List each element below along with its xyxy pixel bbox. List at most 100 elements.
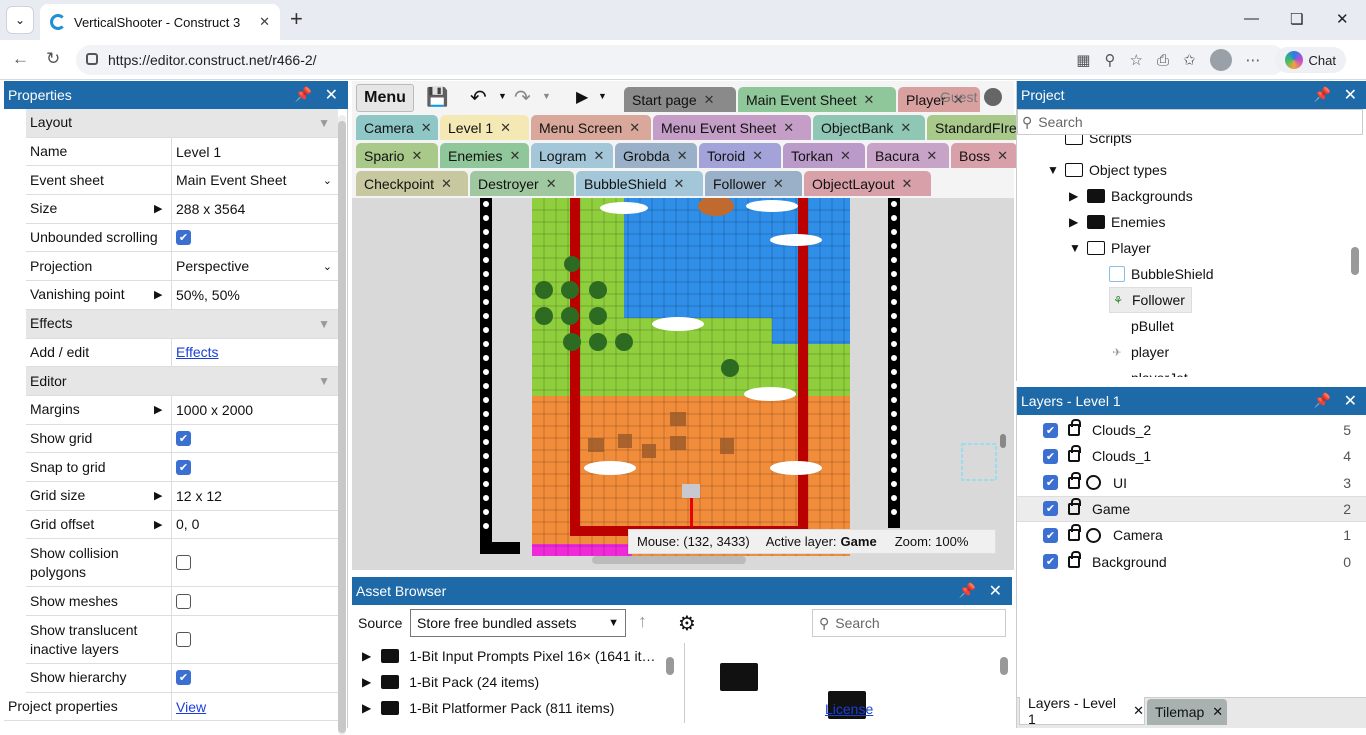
expand-icon[interactable]: ▶ (154, 202, 162, 215)
editor-tab[interactable]: Toroid ✕ (699, 143, 781, 168)
expand-icon[interactable]: ▶ (362, 701, 371, 715)
property-value[interactable] (172, 539, 338, 586)
checkbox[interactable]: ✔ (176, 670, 191, 686)
pin-icon[interactable]: 📌 (1314, 86, 1331, 103)
property-value[interactable] (172, 587, 338, 615)
close-tab-icon[interactable]: ✕ (704, 92, 715, 108)
unlock-icon[interactable] (1068, 419, 1081, 436)
project-tree-item[interactable]: ✈ player (1109, 339, 1169, 365)
profile-avatar-icon[interactable] (1209, 49, 1232, 71)
asset-grid-scrollbar[interactable] (1000, 657, 1008, 675)
favorites-bar-icon[interactable]: ✩ (1183, 51, 1196, 69)
layer-row[interactable]: ✔ Clouds_2 5 (1017, 417, 1366, 443)
close-panel-icon[interactable]: ✕ (1344, 391, 1357, 411)
close-tab-icon[interactable]: ✕ (783, 120, 794, 136)
expand-icon[interactable]: ▶ (362, 649, 371, 663)
close-tab-icon[interactable]: ✕ (997, 148, 1008, 164)
editor-tab[interactable]: Menu Screen ✕ (531, 115, 651, 140)
editor-tab[interactable]: Bacura ✕ (867, 143, 949, 168)
project-tree-item[interactable]: Scripts (1047, 135, 1132, 151)
properties-scrollbar[interactable] (338, 121, 346, 733)
asset-list-item[interactable]: ▶ 1-Bit Pack (24 items) (362, 669, 662, 695)
more-options-icon[interactable]: ⋯ (1246, 51, 1261, 69)
layer-visible-checkbox[interactable]: ✔ (1043, 501, 1058, 517)
close-tab-icon[interactable]: ✕ (546, 176, 557, 192)
editor-tab[interactable]: Start page ✕ (624, 87, 736, 112)
play-icon[interactable]: ▶ (576, 87, 588, 107)
editor-tab[interactable]: Enemies ✕ (440, 143, 529, 168)
play-dropdown-icon[interactable]: ▼ (598, 91, 607, 101)
close-tab-icon[interactable]: ✕ (900, 120, 911, 136)
save-icon[interactable]: 💾 (426, 87, 448, 108)
close-tab-icon[interactable]: ✕ (441, 176, 452, 192)
close-panel-icon[interactable]: ✕ (989, 581, 1002, 601)
close-tab-icon[interactable]: ✕ (629, 120, 640, 136)
collapse-icon[interactable]: ▼ (318, 317, 330, 331)
project-tree-item[interactable]: pBullet (1109, 313, 1174, 339)
property-link[interactable]: View (176, 699, 206, 715)
property-link[interactable]: Effects (176, 344, 219, 360)
close-tab-icon[interactable]: ✕ (840, 148, 851, 164)
project-tree-item[interactable]: BubbleShield (1109, 261, 1214, 287)
close-panel-icon[interactable]: ✕ (1344, 85, 1357, 105)
layer-visible-checkbox[interactable]: ✔ (1043, 422, 1058, 438)
editor-tab[interactable]: BubbleShield ✕ (576, 171, 703, 196)
asset-list-item[interactable]: ▶ 1-Bit Platformer Pack (811 items) (362, 695, 662, 721)
site-info-icon[interactable] (86, 53, 98, 65)
editor-tab[interactable]: Spario ✕ (356, 143, 438, 168)
expand-icon[interactable]: ▶ (154, 403, 162, 416)
property-value[interactable]: ▶ 288 x 3564 (154, 195, 338, 223)
up-arrow-icon[interactable]: ↑ (638, 611, 647, 632)
tab-tilemap[interactable]: Tilemap ✕ (1147, 699, 1227, 725)
close-tab-icon[interactable]: ✕ (902, 176, 913, 192)
property-value[interactable]: ✔ (172, 224, 338, 252)
collapse-icon[interactable]: ▼ (1047, 163, 1059, 177)
expand-icon[interactable]: ▶ (1069, 189, 1081, 203)
property-value[interactable]: ▶ 0, 0 (154, 511, 338, 539)
editor-tab[interactable]: Logram ✕ (531, 143, 613, 168)
property-value[interactable]: ▶ 1000 x 2000 (154, 396, 338, 424)
close-tab-icon[interactable]: ✕ (773, 176, 784, 192)
unlock-icon[interactable] (1068, 497, 1081, 515)
asset-list-item[interactable]: ▶ 1-Bit Input Prompts Pixel 16× (1641 it… (362, 643, 662, 669)
project-tree-item[interactable]: ▶ Enemies (1069, 209, 1165, 235)
pin-icon[interactable]: 📌 (295, 86, 312, 103)
property-value[interactable]: ✔ (172, 664, 338, 692)
user-avatar-icon[interactable] (984, 88, 1002, 106)
close-tab-icon[interactable]: ✕ (259, 14, 270, 30)
license-link[interactable]: License (825, 701, 873, 717)
property-value[interactable]: View (172, 693, 338, 721)
gear-icon[interactable]: ⚙ (678, 611, 696, 636)
back-icon[interactable]: ← (12, 49, 29, 69)
checkbox[interactable] (176, 632, 191, 647)
property-value[interactable]: Perspective ⌄ (172, 252, 338, 280)
asset-search-input[interactable]: ⚲ Search (812, 609, 1006, 637)
browser-tab[interactable]: VerticalShooter - Construct 3 ✕ (40, 4, 280, 40)
editor-tab[interactable]: ObjectLayout ✕ (804, 171, 931, 196)
project-scrollbar[interactable] (1351, 247, 1359, 275)
project-tree-item[interactable]: ∘ playerJet (1109, 365, 1188, 377)
new-tab-button[interactable]: + (290, 8, 303, 30)
expand-icon[interactable]: ▶ (362, 675, 371, 689)
layer-visible-checkbox[interactable]: ✔ (1043, 554, 1058, 569)
tab-list-dropdown-button[interactable]: ⌄ (6, 6, 34, 34)
undo-dropdown-icon[interactable]: ▼ (498, 91, 507, 101)
unlock-icon[interactable] (1068, 445, 1081, 463)
source-select[interactable]: Store free bundled assets ▼ (410, 609, 626, 637)
layer-row[interactable]: ✔ Clouds_1 4 (1017, 443, 1366, 469)
restore-icon[interactable]: ❏ (1290, 10, 1303, 28)
tab-layers-level-1[interactable]: Layers - Level 1 ✕ (1019, 695, 1145, 727)
expand-icon[interactable]: ▶ (154, 288, 162, 301)
close-tab-icon[interactable]: ✕ (1212, 704, 1223, 720)
layer-row[interactable]: ✔ Camera 1 (1017, 522, 1366, 548)
close-tab-icon[interactable]: ✕ (593, 148, 604, 164)
project-tree-item[interactable]: ▼ Object types (1047, 157, 1167, 183)
close-tab-icon[interactable]: ✕ (926, 148, 937, 164)
property-value[interactable]: Main Event Sheet ⌄ (172, 166, 338, 194)
checkbox[interactable]: ✔ (176, 459, 191, 475)
editor-tab[interactable]: Camera ✕ (356, 115, 438, 140)
property-value[interactable]: Level 1 (172, 138, 338, 166)
checkbox[interactable]: ✔ (176, 430, 191, 446)
collections-icon[interactable]: ⎙ (1157, 52, 1169, 69)
property-value[interactable]: ▶ 12 x 12 (154, 482, 338, 510)
